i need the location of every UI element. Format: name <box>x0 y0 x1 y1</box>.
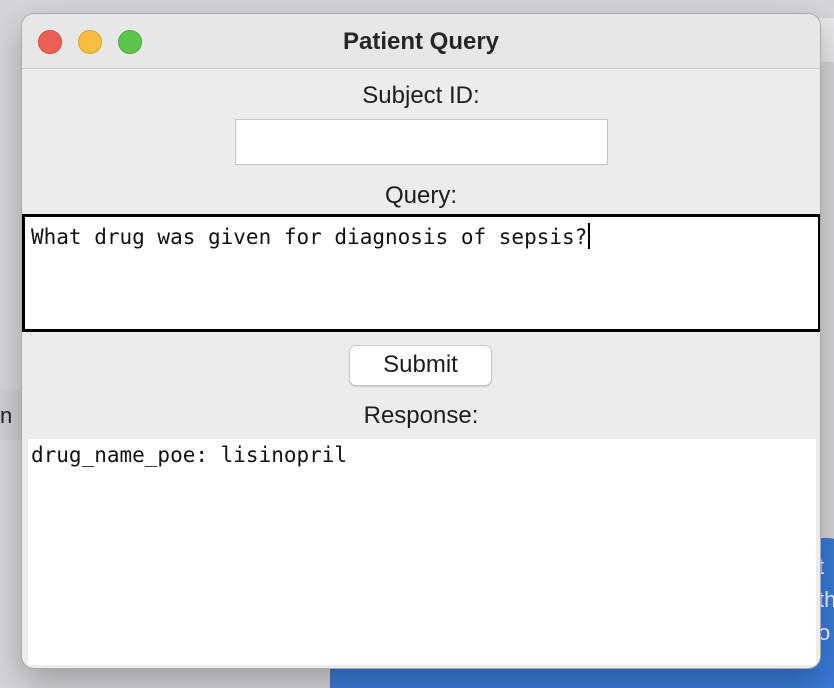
background-text-line: th <box>818 587 834 612</box>
background-blue-text: t th o <box>818 550 834 649</box>
background-text-line: o <box>818 620 831 645</box>
background-left-tab: n <box>0 390 22 440</box>
query-label: Query: <box>384 182 458 209</box>
response-text: drug_name_poe: lisinopril <box>31 443 348 467</box>
submit-button[interactable]: Submit <box>349 345 492 386</box>
query-text: What drug was given for diagnosis of sep… <box>31 225 588 249</box>
query-textarea[interactable]: What drug was given for diagnosis of sep… <box>22 214 820 332</box>
subject-id-label: Subject ID: <box>362 82 480 109</box>
background-window-edge <box>818 18 834 62</box>
background-left-tab-text: n <box>0 403 13 428</box>
background-text-line: t <box>818 554 825 579</box>
window-title: Patient Query <box>342 28 500 55</box>
response-textarea[interactable]: drug_name_poe: lisinopril <box>28 439 816 665</box>
subject-id-input[interactable] <box>235 119 608 165</box>
title-bar[interactable]: Patient Query <box>22 14 820 69</box>
text-caret <box>588 223 591 249</box>
response-label: Response: <box>363 402 479 429</box>
patient-query-window: Patient Query Subject ID: Query: What dr… <box>22 14 820 668</box>
